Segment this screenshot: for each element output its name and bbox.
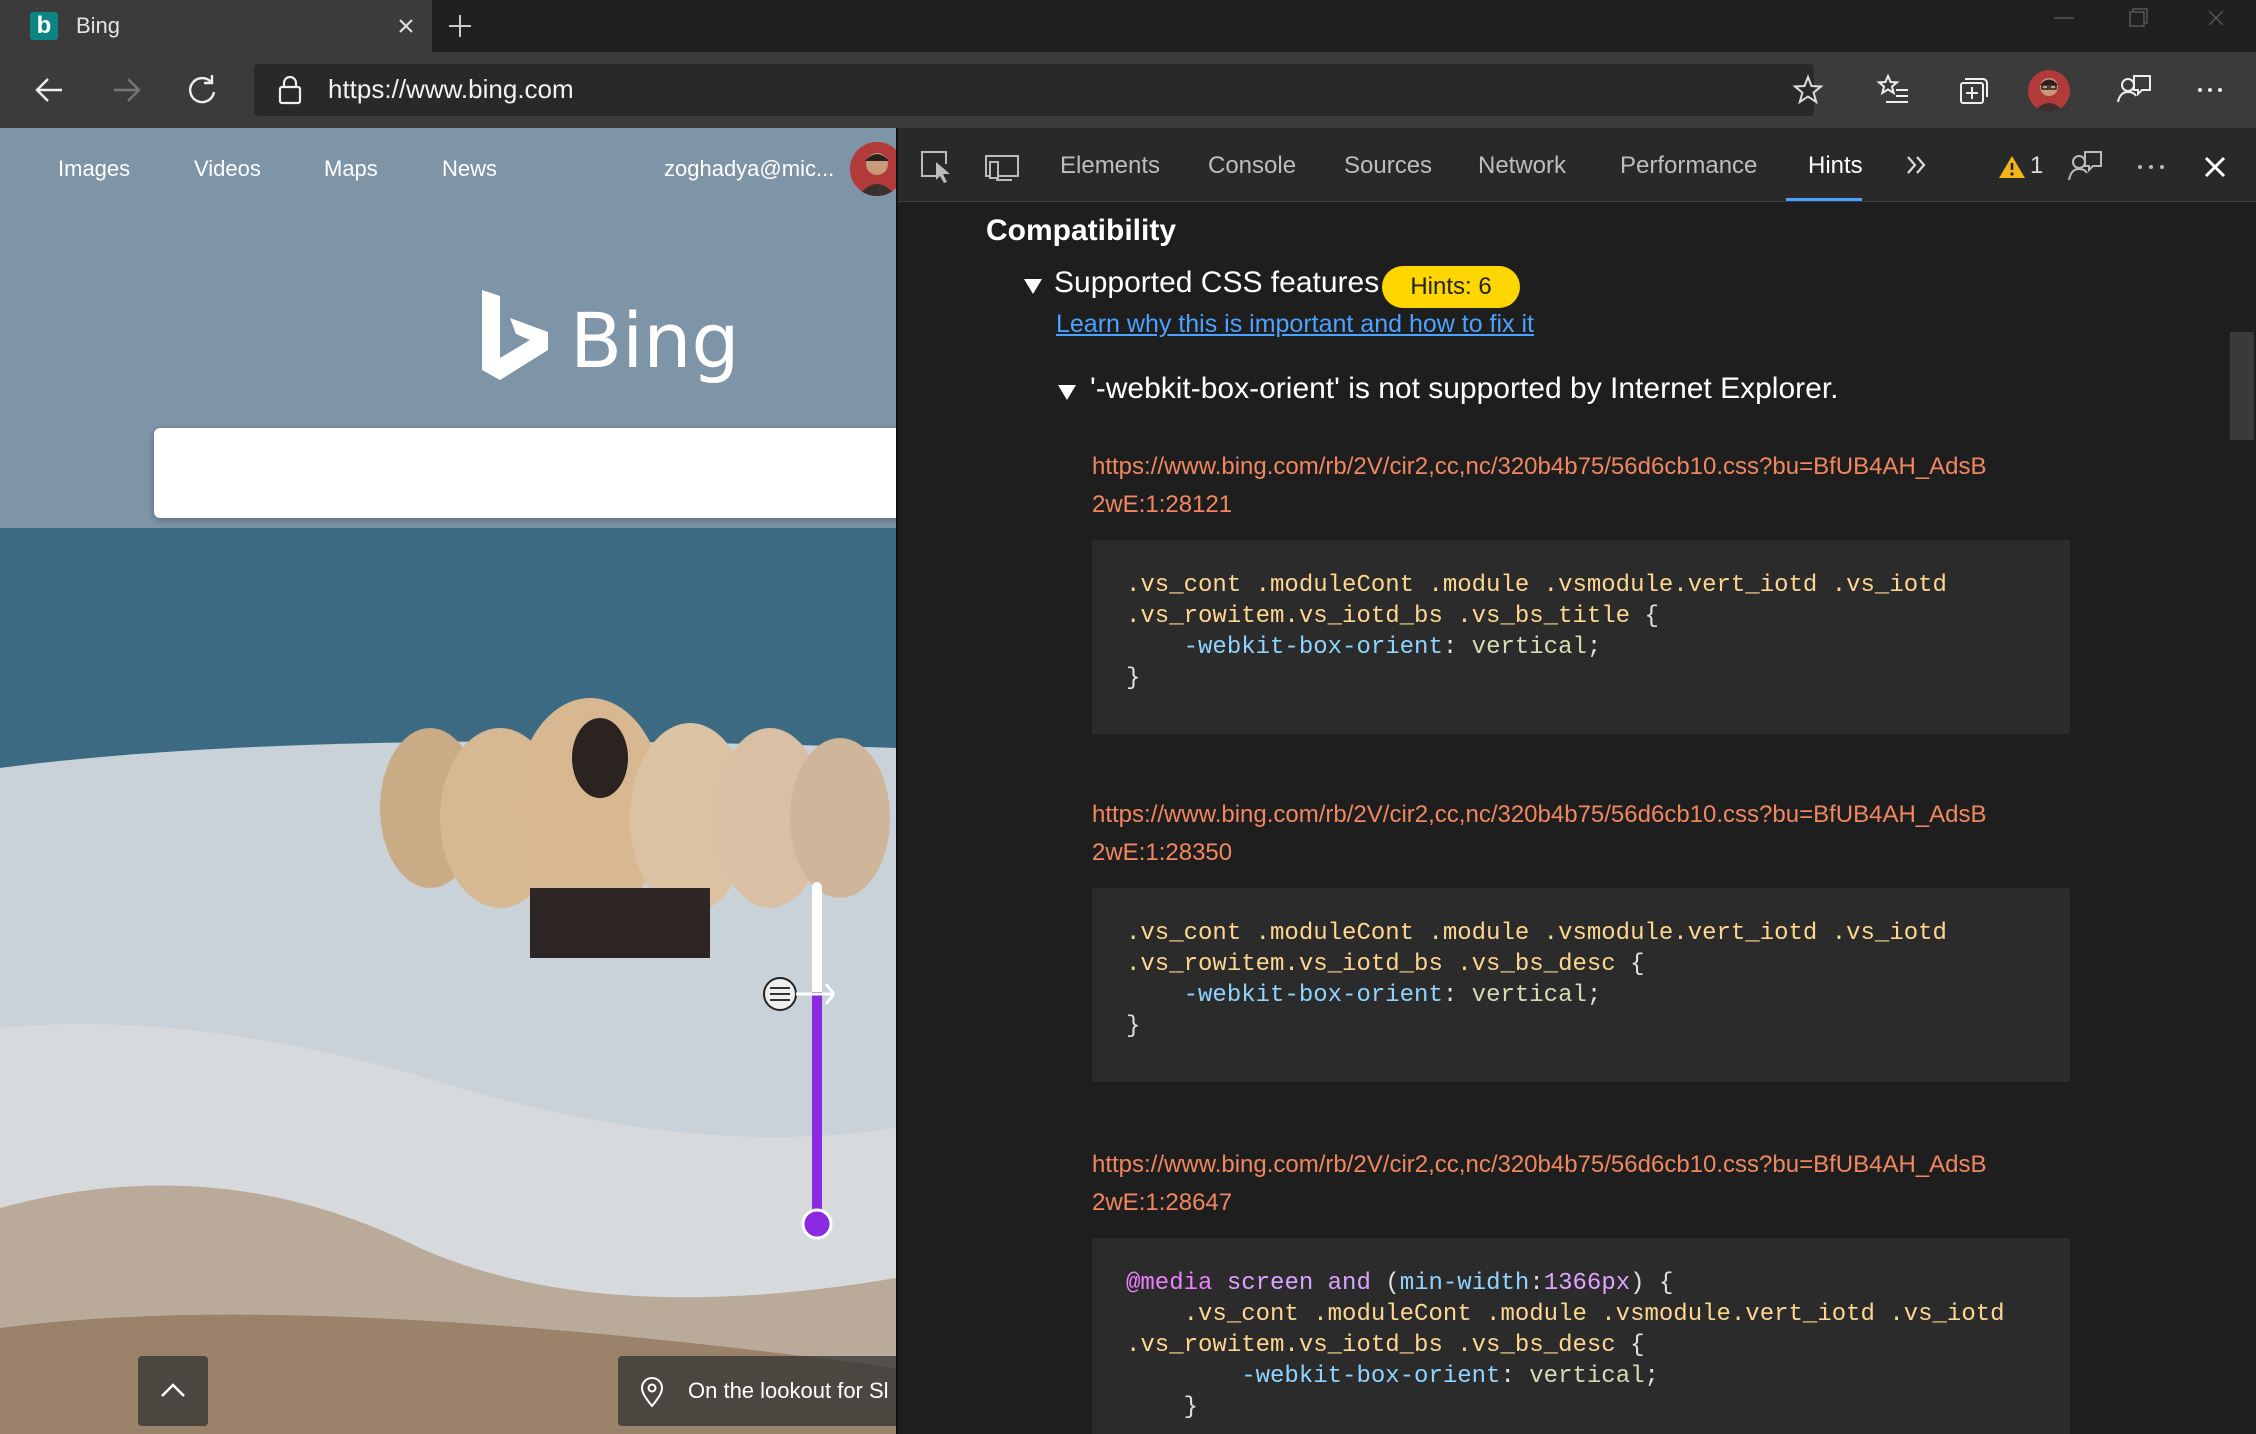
bing-favicon-icon: b bbox=[30, 12, 58, 40]
feature-group-title[interactable]: Supported CSS features bbox=[1054, 266, 1379, 300]
nav-news[interactable]: News bbox=[442, 156, 497, 182]
source-link-line[interactable]: 2wE:1:28350 bbox=[1092, 834, 2092, 872]
source-link-line[interactable]: https://www.bing.com/rb/2V/cir2,cc,nc/32… bbox=[1092, 1146, 2092, 1184]
tab-close-icon[interactable] bbox=[392, 12, 420, 40]
inspect-element-icon[interactable] bbox=[916, 146, 956, 186]
code-block: @media screen and (min-width:1366px) { .… bbox=[1092, 1238, 2070, 1434]
back-icon[interactable] bbox=[28, 68, 72, 112]
favorite-star-icon[interactable] bbox=[1792, 74, 1824, 106]
image-caption-bar[interactable]: On the lookout for Sl bbox=[618, 1356, 896, 1426]
active-tab-indicator bbox=[1786, 198, 1862, 201]
forward-icon[interactable] bbox=[104, 68, 148, 112]
lock-icon[interactable] bbox=[276, 74, 304, 106]
nav-maps[interactable]: Maps bbox=[324, 156, 378, 182]
devtools-close-icon[interactable] bbox=[2196, 148, 2234, 186]
profile-avatar[interactable] bbox=[2028, 70, 2070, 112]
devtools-feedback-icon[interactable] bbox=[2064, 146, 2106, 188]
code-selector: .vs_rowitem.vs_iotd_bs .vs_bs_desc bbox=[1126, 1332, 1616, 1359]
code-value: vertical bbox=[1529, 1363, 1645, 1390]
source-link-line[interactable]: https://www.bing.com/rb/2V/cir2,cc,nc/32… bbox=[1092, 796, 2092, 834]
source-link-line[interactable]: 2wE:1:28121 bbox=[1092, 486, 2092, 524]
code-value: vertical bbox=[1471, 982, 1587, 1009]
more-tabs-chevron-icon[interactable] bbox=[1902, 150, 1932, 180]
code-selector: .vs_cont .moduleCont .module .vsmodule.v… bbox=[1126, 572, 1947, 599]
code-selector: .vs_rowitem.vs_iotd_bs .vs_bs_desc bbox=[1126, 951, 1616, 978]
code-property: -webkit-box-orient bbox=[1241, 1363, 1501, 1390]
hints-count-badge: Hints: 6 bbox=[1382, 266, 1520, 308]
user-avatar[interactable] bbox=[850, 142, 896, 196]
warning-icon[interactable] bbox=[1998, 154, 2026, 180]
refresh-icon[interactable] bbox=[180, 68, 224, 112]
warning-count[interactable]: 1 bbox=[2030, 152, 2043, 180]
signed-in-user[interactable]: zoghadya@mic... bbox=[664, 156, 834, 182]
nav-images[interactable]: Images bbox=[58, 156, 130, 182]
window-minimize-icon[interactable] bbox=[2044, 6, 2084, 30]
source-link[interactable]: https://www.bing.com/rb/2V/cir2,cc,nc/32… bbox=[1092, 448, 2092, 524]
code-selector: .vs_cont .moduleCont .module .vsmodule.v… bbox=[1126, 920, 1947, 947]
tab-network[interactable]: Network bbox=[1478, 152, 1566, 180]
url-text[interactable]: https://www.bing.com bbox=[328, 74, 574, 105]
caption-text: On the lookout for Sl bbox=[688, 1378, 889, 1403]
code-block: .vs_cont .moduleCont .module .vsmodule.v… bbox=[1092, 540, 2070, 734]
scroll-up-button[interactable] bbox=[138, 1356, 208, 1426]
bing-wordmark: Bing bbox=[570, 296, 740, 385]
tab-elements[interactable]: Elements bbox=[1060, 152, 1160, 180]
tab-hints[interactable]: Hints bbox=[1808, 152, 1863, 180]
code-keyword: and bbox=[1327, 1270, 1371, 1297]
tab-title: Bing bbox=[76, 13, 121, 38]
tab-console[interactable]: Console bbox=[1208, 152, 1296, 180]
devtools-panel: Elements Console Sources Network Perform… bbox=[896, 128, 2256, 1434]
bing-page-viewport: Images Videos Maps News zoghadya@mic... … bbox=[0, 128, 896, 1434]
tab-sources[interactable]: Sources bbox=[1344, 152, 1432, 180]
favorites-icon[interactable] bbox=[1872, 68, 1916, 112]
window-restore-icon[interactable] bbox=[2118, 6, 2158, 32]
volume-slider[interactable] bbox=[750, 872, 850, 1252]
hints-content: Compatibility Supported CSS features Hin… bbox=[898, 202, 2238, 1434]
tab-performance[interactable]: Performance bbox=[1620, 152, 1757, 180]
source-link[interactable]: https://www.bing.com/rb/2V/cir2,cc,nc/32… bbox=[1092, 796, 2092, 872]
code-media-feature: min-width bbox=[1399, 1270, 1530, 1297]
window-close-icon[interactable] bbox=[2196, 4, 2236, 34]
code-value: vertical bbox=[1471, 634, 1587, 661]
code-at-rule: @media bbox=[1126, 1270, 1213, 1297]
source-link-line[interactable]: 2wE:1:28647 bbox=[1092, 1184, 2092, 1222]
expand-triangle-icon[interactable] bbox=[1022, 276, 1044, 296]
learn-more-link[interactable]: Learn why this is important and how to f… bbox=[1056, 310, 1534, 339]
collections-icon[interactable] bbox=[1950, 68, 1994, 112]
code-selector: .vs_rowitem.vs_iotd_bs .vs_bs_title bbox=[1126, 603, 1631, 630]
location-pin-icon bbox=[638, 1376, 666, 1408]
bing-logo-icon bbox=[478, 288, 552, 388]
device-emulation-icon[interactable] bbox=[982, 146, 1022, 186]
issue-title[interactable]: '-webkit-box-orient' is not supported by… bbox=[1090, 372, 1839, 406]
code-block: .vs_cont .moduleCont .module .vsmodule.v… bbox=[1092, 888, 2070, 1082]
search-input[interactable] bbox=[154, 428, 896, 518]
source-link-line[interactable]: https://www.bing.com/rb/2V/cir2,cc,nc/32… bbox=[1092, 448, 2092, 486]
source-link[interactable]: https://www.bing.com/rb/2V/cir2,cc,nc/32… bbox=[1092, 1146, 2092, 1222]
expand-triangle-icon[interactable] bbox=[1056, 382, 1078, 402]
devtools-more-icon[interactable] bbox=[2130, 146, 2172, 188]
new-tab-icon[interactable] bbox=[446, 12, 474, 40]
code-property: -webkit-box-orient bbox=[1183, 982, 1443, 1009]
code-media-type: screen bbox=[1226, 1270, 1314, 1297]
code-property: -webkit-box-orient bbox=[1183, 634, 1443, 661]
feedback-icon[interactable] bbox=[2112, 68, 2156, 112]
section-title: Compatibility bbox=[986, 214, 1177, 247]
code-media-value: 1366px bbox=[1543, 1270, 1631, 1297]
code-selector: .vs_cont .moduleCont .module .vsmodule.v… bbox=[1183, 1301, 2005, 1328]
browser-tab-bing[interactable]: b Bing bbox=[0, 0, 432, 52]
more-options-icon[interactable] bbox=[2188, 68, 2232, 112]
nav-videos[interactable]: Videos bbox=[194, 156, 261, 182]
devtools-toolbar: Elements Console Sources Network Perform… bbox=[898, 128, 2256, 202]
